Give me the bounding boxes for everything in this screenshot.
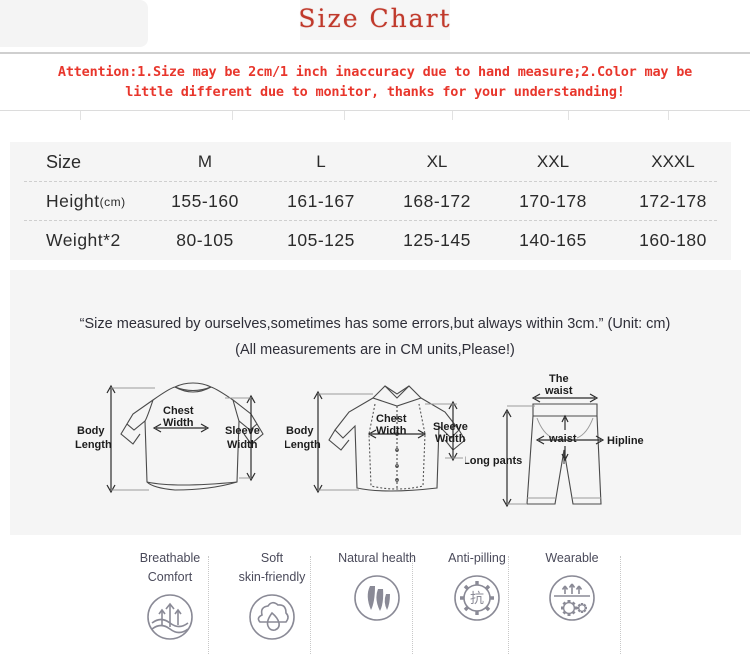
header-col-xxl: XXL [536, 152, 570, 171]
weight-xl: 125-145 [403, 230, 471, 250]
header-col-xxxl: XXXL [651, 152, 695, 171]
row-label-height-text: Height [46, 191, 100, 211]
feature-label: Soft skin-friendly [239, 549, 306, 587]
feature-label-line2: Comfort [147, 570, 193, 584]
header-col-l: L [316, 152, 326, 171]
shirt-diagram: Body Length Chest Width Sleeve Width [285, 372, 490, 512]
svg-text:waist: waist [544, 385, 573, 397]
pants-diagram: The waist waist Hipline Long pants [465, 372, 665, 522]
svg-text:Length: Length [285, 439, 321, 451]
leaf-icon [351, 572, 403, 624]
height-l: 161-167 [287, 191, 355, 211]
table-row: Weight*2 80-105 105-125 125-145 140-165 … [10, 221, 731, 260]
svg-text:Length: Length [75, 439, 112, 451]
feature-wearable: Wearable [512, 543, 632, 663]
garment-figures: Body Length Chest Width Sleeve Width Bod… [10, 372, 741, 527]
row-label-height-unit: (cm) [99, 194, 126, 209]
weight-xxxl: 160-180 [639, 230, 707, 250]
feature-label-line1: Natural health [338, 551, 416, 565]
attention-line-2: little different due to monitor, thanks … [125, 84, 625, 100]
table-row: Height (cm) 155-160 161-167 168-172 170-1… [10, 182, 731, 221]
feature-label-line2: skin-friendly [238, 570, 306, 584]
column-tick-row [0, 111, 750, 120]
anti-pilling-glyph: 抗 [470, 591, 484, 607]
weight-m: 80-105 [176, 230, 234, 250]
water-drop-cloud-icon [246, 591, 298, 643]
feature-label-line1: Breathable [139, 551, 201, 565]
svg-text:waist: waist [548, 433, 577, 445]
sweater-diagram: Body Length Chest Width Sleeve Width [75, 372, 275, 512]
feature-label: Natural health [338, 549, 416, 568]
height-xl: 168-172 [403, 191, 471, 211]
table-header-row: Size M L XL XXL XXXL [10, 142, 731, 182]
svg-text:Body: Body [286, 425, 314, 437]
header-col-xl: XL [426, 152, 448, 171]
measurement-note-2: (All measurements are in CM units,Please… [235, 342, 515, 358]
page-title: Size Chart [298, 4, 452, 33]
feature-divider [412, 556, 413, 654]
feature-label-line1: Soft [260, 551, 284, 565]
feature-divider [508, 556, 509, 654]
feature-divider [620, 556, 621, 654]
measurement-note-1: “Size measured by ourselves,sometimes ha… [79, 316, 671, 332]
svg-text:Chest: Chest [163, 405, 194, 417]
feature-label: Breathable Comfort [140, 549, 200, 587]
svg-text:The: The [549, 373, 569, 385]
gears-icon [546, 572, 598, 624]
svg-text:Sleeve: Sleeve [433, 421, 468, 433]
feature-row: Breathable Comfort Soft skin-friendly Na… [0, 543, 750, 663]
svg-text:Width: Width [435, 433, 466, 445]
svg-text:Sleeve: Sleeve [225, 425, 260, 437]
svg-text:Width: Width [227, 439, 258, 451]
feature-divider [208, 556, 209, 654]
title-band: Size Chart [0, 0, 750, 53]
height-xxxl: 172-178 [639, 191, 707, 211]
height-xxl: 170-178 [519, 191, 587, 211]
attention-notice: Attention:1.Size may be 2cm/1 inch inacc… [0, 62, 750, 102]
svg-text:Width: Width [376, 425, 407, 437]
feature-soft-skin-friendly: Soft skin-friendly [212, 543, 332, 663]
feature-label-line1: Wearable [545, 551, 599, 565]
svg-text:Long pants: Long pants [465, 455, 522, 467]
svg-text:Body: Body [77, 425, 105, 437]
height-m: 155-160 [171, 191, 239, 211]
feature-divider [310, 556, 311, 654]
svg-text:Chest: Chest [376, 413, 407, 425]
gear-kang-icon: 抗 [451, 572, 503, 624]
title-divider [0, 52, 750, 54]
feature-label-line1: Anti-pilling [448, 551, 506, 565]
attention-line-1: Attention:1.Size may be 2cm/1 inch inacc… [57, 64, 693, 80]
feature-label: Wearable [545, 549, 598, 568]
svg-text:Width: Width [163, 417, 194, 429]
svg-text:Hipline: Hipline [607, 435, 644, 447]
size-chart-page: Size Chart Attention:1.Size may be 2cm/1… [0, 0, 750, 663]
header-col-m: M [197, 152, 213, 171]
size-table: Size M L XL XXL XXXL Height (cm) 155-160 … [10, 142, 731, 260]
weight-l: 105-125 [287, 230, 355, 250]
weight-xxl: 140-165 [519, 230, 587, 250]
breathable-icon [144, 591, 196, 643]
feature-label: Anti-pilling [448, 549, 506, 568]
